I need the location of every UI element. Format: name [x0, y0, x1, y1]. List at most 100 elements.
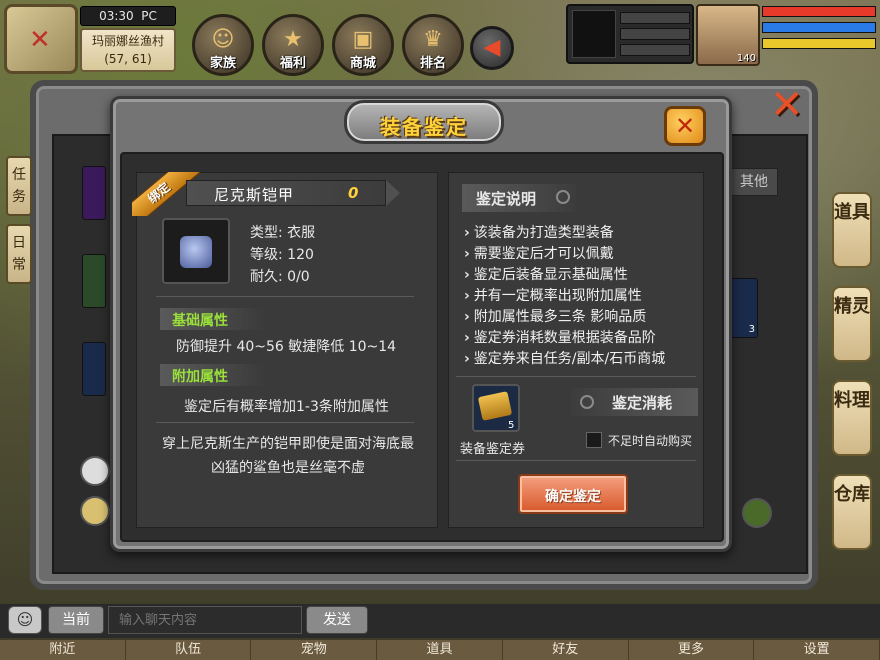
item-enhance-level: 0 — [348, 184, 359, 202]
location-name: 玛丽娜丝渔村 — [91, 34, 164, 48]
menu-family-button[interactable]: ☺ 家族 — [192, 14, 254, 76]
tab-label: 其他 — [740, 174, 768, 190]
inventory-slot[interactable] — [82, 254, 106, 308]
player-avatar[interactable]: 140 — [696, 4, 760, 66]
nav-nearby[interactable]: 附近 — [0, 640, 126, 660]
shop-icon: ▣ — [352, 27, 374, 52]
extra-attr-header: 附加属性 — [160, 364, 266, 386]
auto-buy-checkbox[interactable] — [586, 432, 602, 448]
tab-label: 任务 — [12, 167, 26, 205]
nav-team[interactable]: 队伍 — [126, 640, 252, 660]
confirm-appraisal-button[interactable]: 确定鉴定 — [518, 474, 628, 514]
send-label: 发送 — [323, 612, 351, 628]
help-header: 鉴定说明 — [462, 184, 576, 212]
nav-friends[interactable]: 好友 — [503, 640, 629, 660]
chat-input[interactable] — [108, 606, 302, 634]
chevron-right-icon: › — [464, 246, 470, 262]
nav-items[interactable]: 道具 — [377, 640, 503, 660]
help-line: › 附加属性最多三条 影响品质 — [464, 306, 646, 326]
chevron-right-icon: › — [464, 330, 470, 346]
menu-label: 排名 — [419, 56, 446, 71]
menu-welfare-button[interactable]: ★ 福利 — [262, 14, 324, 76]
location-panel: 玛丽娜丝渔村 (57, 61) — [80, 28, 176, 72]
ticket-name: 装备鉴定券 — [460, 442, 526, 457]
send-button[interactable]: 发送 — [306, 606, 368, 634]
confirm-label: 确定鉴定 — [545, 489, 601, 505]
dialog-title-plate: 装备鉴定 — [344, 100, 504, 144]
star-icon: ★ — [283, 27, 303, 52]
tab-cooking[interactable]: 料理 — [832, 380, 872, 456]
help-line: › 该装备为打造类型装备 — [464, 222, 614, 242]
inventory-slot[interactable] — [82, 342, 106, 396]
mp-bar — [762, 22, 876, 33]
item-durability: 耐久: 0/0 — [250, 269, 310, 285]
platform-text: PC — [141, 9, 157, 23]
menu-label: 商城 — [349, 56, 376, 71]
help-line-text: 鉴定券来自任务/副本/石币商城 — [473, 351, 666, 367]
cost-header: 鉴定消耗 — [570, 388, 698, 416]
close-icon: ✕ — [674, 112, 696, 140]
tab-items[interactable]: 道具 — [832, 192, 872, 268]
ranking-icon: ♛ — [423, 27, 443, 52]
time-text: 03:30 — [99, 9, 134, 23]
menu-label: 家族 — [209, 56, 236, 71]
nav-more[interactable]: 更多 — [629, 640, 755, 660]
base-attr-title: 基础属性 — [172, 313, 228, 329]
tab-daily[interactable]: 日常 — [6, 224, 32, 284]
tab-storage[interactable]: 仓库 — [832, 474, 872, 550]
tab-other[interactable]: 其他 — [730, 168, 778, 196]
arrow-left-icon: ◀ — [483, 35, 501, 60]
armor-icon — [180, 236, 212, 268]
nav-pet[interactable]: 宠物 — [251, 640, 378, 660]
divider — [156, 422, 414, 423]
chevron-right-icon: › — [464, 288, 470, 304]
extra-attr-text: 鉴定后有概率增加1-3条附加属性 — [184, 399, 389, 415]
hp-bar — [762, 6, 876, 17]
emoji-button[interactable]: ☺ — [8, 606, 42, 634]
inventory-slot[interactable] — [82, 166, 106, 220]
auto-buy-label: 不足时自动购买 — [608, 434, 693, 448]
item-description: 穿上尼克斯生产的铠甲即使是面对海底最凶猛的鲨鱼也是丝毫不虚 — [162, 436, 414, 476]
clock: 03:30 PC — [80, 6, 176, 26]
tab-task[interactable]: 任务 — [6, 156, 32, 216]
tab-label: 日常 — [12, 235, 26, 273]
swirl-ornament-icon — [556, 190, 570, 204]
chevron-right-icon: › — [464, 225, 470, 241]
target-bar — [620, 44, 690, 56]
base-attr-header: 基础属性 — [160, 308, 266, 330]
chevron-right-icon: › — [464, 309, 470, 325]
chevron-right-icon: › — [464, 267, 470, 283]
ticket-count: 5 — [508, 420, 515, 431]
help-line-text: 需要鉴定后才可以佩戴 — [473, 246, 614, 262]
chat-channel-button[interactable]: 当前 — [48, 606, 104, 634]
player-bars — [762, 6, 876, 54]
inventory-slot[interactable]: 3 — [730, 278, 758, 338]
help-line: › 需要鉴定后才可以佩戴 — [464, 243, 614, 263]
help-line: › 鉴定券消耗数量根据装备品阶 — [464, 327, 656, 347]
target-panel — [566, 4, 694, 64]
menu-shop-button[interactable]: ▣ 商城 — [332, 14, 394, 76]
menu-ranking-button[interactable]: ♛ 排名 — [402, 14, 464, 76]
alert-icon[interactable] — [742, 498, 772, 528]
slot-count: 3 — [748, 324, 755, 335]
inventory-close-icon[interactable]: ✕ — [770, 82, 804, 128]
item-name: 尼克斯铠甲 — [214, 186, 295, 204]
smile-icon: ☺ — [16, 610, 34, 629]
help-line-text: 鉴定后装备显示基础属性 — [473, 267, 628, 283]
help-line-text: 鉴定券消耗数量根据装备品阶 — [473, 330, 656, 346]
target-bar — [620, 12, 690, 24]
divider — [456, 460, 696, 461]
cost-title: 鉴定消耗 — [612, 394, 673, 412]
tab-label: 仓库 — [834, 484, 870, 505]
help-line-text: 该装备为打造类型装备 — [473, 225, 614, 241]
close-button[interactable]: ✕ — [664, 106, 706, 146]
tab-label: 料理 — [834, 390, 870, 411]
tab-sprites[interactable]: 精灵 — [832, 286, 872, 362]
collapse-menu-button[interactable]: ◀ — [470, 26, 514, 70]
minimap-button[interactable]: ✕ — [4, 4, 78, 74]
coin-icon[interactable] — [80, 496, 110, 526]
settings-round-icon[interactable] — [80, 456, 110, 486]
nav-settings[interactable]: 设置 — [754, 640, 880, 660]
divider — [156, 296, 414, 297]
target-portrait — [572, 10, 616, 58]
